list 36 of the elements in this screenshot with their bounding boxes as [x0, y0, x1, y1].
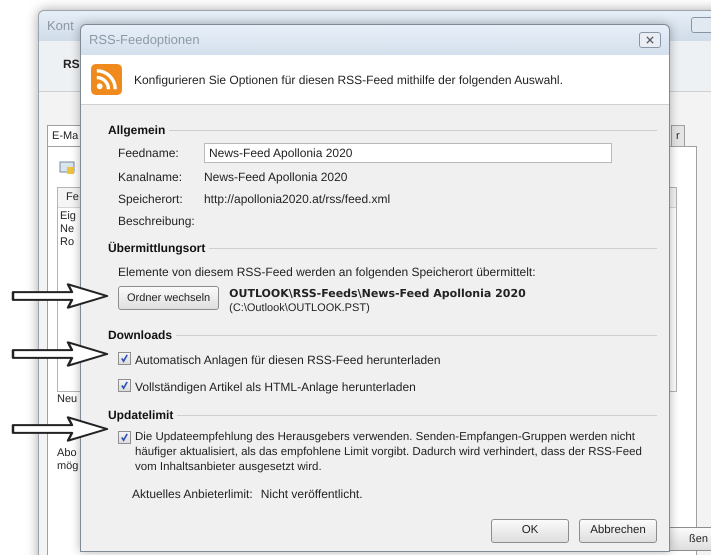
window-title: Kont	[47, 17, 74, 36]
checkbox-label: Vollständigen Artikel als HTML-Anlage herunterladen	[135, 379, 416, 396]
field-value: Nicht veröffentlicht.	[260, 486, 363, 503]
intro-text: Konfigurieren Sie Optionen für diesen RSS-Feed mithilfe der folgenden Auswahl.	[134, 72, 563, 88]
field-value: http://apollonia2020.at/rss/feed.xml	[204, 191, 390, 208]
info-text: Abo	[57, 447, 78, 460]
feedname-field[interactable]: News-Feed Apollonia 2020	[204, 143, 612, 163]
section-heading: Updatelimit	[108, 407, 174, 424]
checkbox[interactable]	[118, 352, 131, 365]
section-heading: Übermittlungsort	[108, 240, 206, 257]
checkbox-label: Automatisch Anlagen für diesen RSS-Feed herunterladen	[135, 352, 441, 369]
field-label: Aktuelles Anbieterlimit:	[132, 486, 253, 503]
window-title: RSS-Feedoptionen	[89, 31, 200, 50]
rss-icon	[91, 64, 122, 95]
field-label: Feedname:	[118, 145, 180, 162]
change-folder-button[interactable]: Ordner wechseln	[118, 286, 220, 310]
close-icon	[646, 36, 654, 44]
info-text: mög	[57, 460, 78, 473]
checkbox-label: Die Updateempfehlung des Herausgebers verwenden. Senden-Empfangen-Gruppen werden nicht häufiger aktualisiert, als das empfohlene Limit vorgibt. Dadurch wird verhindert, dass der RSS-Feed vom Inhaltsanbieter ausgesetzt wird.	[135, 430, 643, 475]
dialog-button[interactable]: Abbrechen	[579, 519, 657, 543]
section-heading: Downloads	[108, 327, 172, 344]
dialog-button[interactable]: OK	[491, 519, 569, 543]
checkbox[interactable]	[118, 379, 131, 392]
folder-path: OUTLOOK\RSS-Feeds\News-Feed Apollonia 2020	[229, 286, 526, 301]
window-heading: RS	[63, 57, 80, 71]
field-label: Neu	[57, 392, 78, 407]
field-label: Kanalname:	[118, 169, 184, 186]
delivery-text: Elemente von diesem RSS-Feed werden an folgenden Speicherort übermittelt:	[118, 264, 537, 281]
field-label: Speicherort:	[118, 191, 184, 208]
checkbox[interactable]	[118, 431, 131, 444]
column-header[interactable]: Fe	[66, 189, 79, 206]
tab[interactable]: r	[671, 125, 685, 147]
file-path: (C:\Outlook\OUTLOOK.PST)	[229, 301, 371, 316]
section-heading: Allgemein	[108, 122, 166, 139]
field-value: News-Feed Apollonia 2020	[204, 169, 348, 186]
field-label: Beschreibung:	[118, 213, 196, 230]
